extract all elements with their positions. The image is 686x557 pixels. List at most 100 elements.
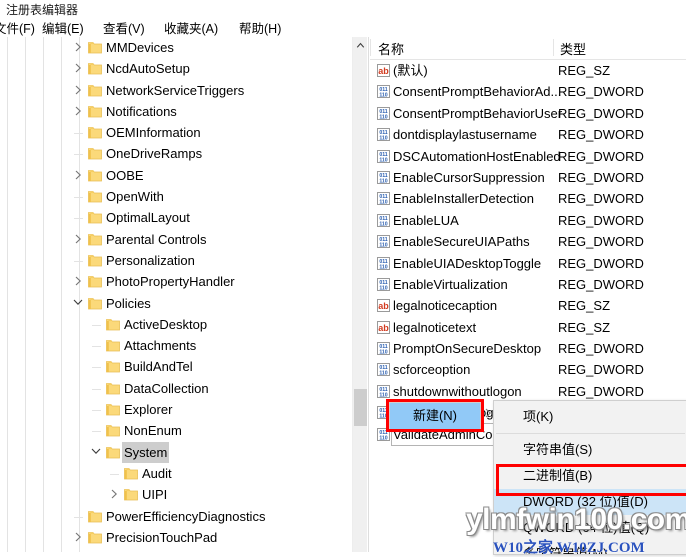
tree-item-precisiontouchpad[interactable]: PrecisionTouchPad	[0, 527, 352, 548]
chevron-right-icon	[480, 403, 496, 429]
table-row[interactable]: 011 110 dontdisplaylastusername REG_DWORD	[370, 124, 686, 145]
chevron-right-icon[interactable]	[70, 527, 86, 548]
menu-edit[interactable]: 编辑(E)	[42, 18, 84, 37]
table-row[interactable]: 011 110 DSCAutomationHostEnabled REG_DWORD	[370, 146, 686, 167]
context-menu[interactable]: 新建(N)	[389, 402, 491, 430]
submenu-item[interactable]: 项(K)	[494, 404, 686, 430]
table-row[interactable]: 011 110 EnableSecureUIAPaths REG_DWORD	[370, 231, 686, 252]
tree-item-label: OOBE	[106, 167, 144, 183]
tree-item-prelaunch[interactable]: Prelaunch	[0, 548, 352, 552]
tree-item-buildandtel[interactable]: BuildAndTel	[0, 356, 352, 377]
tree-item-notifications[interactable]: Notifications	[0, 101, 352, 122]
submenu-item[interactable]: 二进制值(B)	[494, 463, 686, 489]
table-row[interactable]: 011 110 EnableInstallerDetection REG_DWORD	[370, 188, 686, 209]
tree-item-photopropertyhandler[interactable]: PhotoPropertyHandler	[0, 271, 352, 292]
table-row[interactable]: ab legalnoticecaption REG_SZ	[370, 295, 686, 316]
chevron-right-icon[interactable]	[106, 484, 122, 505]
menu-file[interactable]: 文件(F)	[0, 18, 35, 37]
value-type-cell: REG_DWORD	[558, 276, 644, 292]
submenu-item[interactable]: 多字符串值(M)	[494, 541, 686, 554]
tree-item-ncdautosetup[interactable]: NcdAutoSetup	[0, 58, 352, 79]
svg-text:110: 110	[379, 178, 387, 184]
chevron-right-icon[interactable]	[70, 165, 86, 186]
tree-item-powerefficiencydiagnostics[interactable]: PowerEfficiencyDiagnostics	[0, 506, 352, 527]
value-type-cell: REG_SZ	[558, 298, 611, 314]
table-row[interactable]: 011 110 scforceoption REG_DWORD	[370, 359, 686, 380]
table-row[interactable]: 011 110 PromptOnSecureDesktop REG_DWORD	[370, 338, 686, 359]
table-row[interactable]: 011 110 EnableUIADesktopToggle REG_DWORD	[370, 253, 686, 274]
chevron-down-icon[interactable]	[70, 293, 86, 314]
context-menu-item-label: 新建(N)	[412, 408, 458, 423]
tree-vertical-scrollbar[interactable]	[352, 37, 368, 552]
new-submenu[interactable]: 项(K) 字符串值(S) 二进制值(B) DWORD (32 位)值(D) QWORD …	[493, 400, 686, 555]
folder-icon	[87, 122, 103, 143]
svg-text:ab: ab	[378, 66, 389, 76]
tree-item-openwith[interactable]: OpenWith	[0, 186, 352, 207]
tree-item-personalization[interactable]: Personalization	[0, 250, 352, 271]
submenu-item[interactable]: DWORD (32 位)值(D)	[494, 489, 686, 515]
menu-view[interactable]: 查看(V)	[103, 18, 145, 37]
value-name-cell: (默认)	[393, 63, 428, 78]
table-row[interactable]: 011 110 ConsentPromptBehaviorAd... REG_DWOR…	[370, 81, 686, 102]
tree-item-policies[interactable]: Policies	[0, 293, 352, 314]
tree-item-oeminformation[interactable]: OEMInformation	[0, 122, 352, 143]
list-column-header[interactable]: 名称 类型	[370, 37, 686, 60]
tree-item-attachments[interactable]: Attachments	[0, 335, 352, 356]
tree-item-system[interactable]: System	[0, 441, 352, 463]
chevron-up-icon[interactable]	[353, 37, 368, 53]
chevron-right-icon[interactable]	[70, 271, 86, 292]
column-header-name[interactable]: 名称	[378, 39, 404, 58]
table-row[interactable]: 011 110 EnableCursorSuppression REG_DWORD	[370, 167, 686, 188]
tree-item-optimallayout[interactable]: OptimalLayout	[0, 207, 352, 228]
tree-item-audit[interactable]: Audit	[0, 463, 352, 484]
tree-item-networkservicetriggers[interactable]: NetworkServiceTriggers	[0, 80, 352, 101]
tree-branch-line	[106, 463, 122, 484]
folder-icon	[123, 484, 139, 505]
tree-item-mmdevices[interactable]: MMDevices	[0, 37, 352, 58]
scrollbar-thumb[interactable]	[354, 389, 367, 426]
value-name-cell: EnableInstallerDetection	[393, 191, 534, 207]
tree-item-datacollection[interactable]: DataCollection	[0, 378, 352, 399]
value-name-cell: scforceoption	[393, 362, 471, 378]
tree-item-uipi[interactable]: UIPI	[0, 484, 352, 505]
tree-branch-line	[70, 186, 86, 207]
folder-icon	[105, 335, 121, 356]
table-row[interactable]: ab legalnoticetext REG_SZ	[370, 317, 686, 338]
dword-value-icon: 011 110	[376, 149, 391, 164]
tree-item-label: BuildAndTel	[124, 359, 193, 375]
chevron-right-icon[interactable]	[70, 58, 86, 79]
context-menu-item-new[interactable]: 新建(N)	[390, 403, 491, 429]
submenu-item[interactable]: 字符串值(S)	[494, 437, 686, 463]
table-row[interactable]: ab (默认) REG_SZ	[370, 60, 686, 81]
tree-item-nonenum[interactable]: NonEnum	[0, 420, 352, 441]
folder-icon	[87, 250, 103, 271]
table-row[interactable]: 011 110 EnableVirtualization REG_DWORD	[370, 274, 686, 295]
registry-tree-list[interactable]: MMDevices NcdAutoSetup NetworkServiceTrigg…	[0, 37, 352, 552]
value-type-cell: REG_DWORD	[558, 84, 644, 100]
menu-favorites[interactable]: 收藏夹(A)	[164, 18, 218, 37]
chevron-right-icon[interactable]	[70, 37, 86, 58]
chevron-down-icon[interactable]	[88, 442, 104, 463]
tree-item-parental-controls[interactable]: Parental Controls	[0, 229, 352, 250]
tree-item-explorer[interactable]: Explorer	[0, 399, 352, 420]
tree-item-activedesktop[interactable]: ActiveDesktop	[0, 314, 352, 335]
table-row[interactable]: 011 110 ConsentPromptBehaviorUser REG_DWORD	[370, 103, 686, 124]
registry-values-list[interactable]: ab (默认) REG_SZ 011 110 ConsentPromptBehaviorA…	[370, 60, 686, 447]
menu-help[interactable]: 帮助(H)	[239, 18, 281, 37]
folder-icon	[105, 378, 121, 399]
tree-item-onedriveramps[interactable]: OneDriveRamps	[0, 143, 352, 164]
value-type-cell: REG_DWORD	[558, 341, 644, 357]
svg-text:110: 110	[379, 414, 387, 420]
chevron-right-icon[interactable]	[70, 80, 86, 101]
tree-branch-line	[88, 335, 104, 356]
tree-item-oobe[interactable]: OOBE	[0, 165, 352, 186]
submenu-item[interactable]: QWORD (64 位)值(Q)	[494, 515, 686, 541]
folder-icon	[87, 527, 103, 548]
chevron-right-icon[interactable]	[70, 101, 86, 122]
svg-text:110: 110	[379, 392, 387, 398]
table-row[interactable]: 011 110 EnableLUA REG_DWORD	[370, 210, 686, 231]
value-type-cell: REG_DWORD	[558, 234, 644, 250]
column-header-type[interactable]: 类型	[560, 39, 586, 58]
chevron-right-icon[interactable]	[70, 229, 86, 250]
registry-tree-pane[interactable]: MMDevices NcdAutoSetup NetworkServiceTrigg…	[0, 37, 352, 552]
